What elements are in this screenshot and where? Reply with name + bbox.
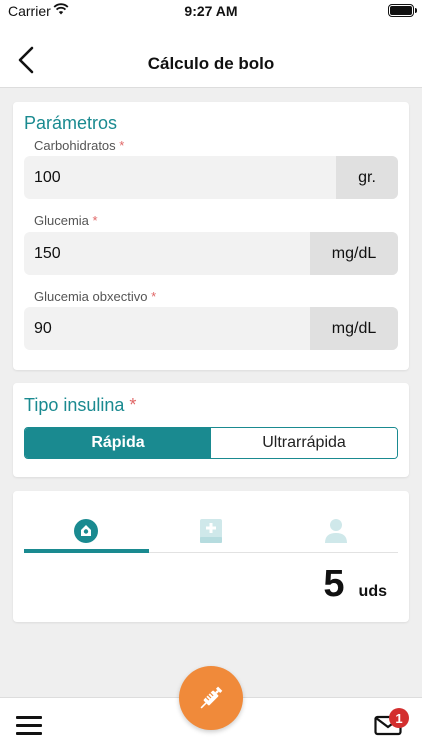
target-glucose-label: Glucemia obxectivo * [34,289,156,304]
carbs-field: gr. [24,156,398,199]
clock: 9:27 AM [184,3,238,19]
calculate-bolus-button[interactable] [179,666,243,730]
status-bar: Carrier 9:27 AM [0,0,422,22]
option-ultrarrapida[interactable]: Ultrarrápida [211,428,397,458]
target-glucose-unit: mg/dL [310,307,398,350]
battery-icon [388,4,417,17]
result-card: 5 uds [13,491,409,622]
insulin-type-title-text: Tipo insulina [24,395,125,415]
carbs-unit: gr. [336,156,398,199]
bolus-value: 5 [323,563,345,605]
required-mark: * [129,395,137,415]
target-glucose-input[interactable] [24,307,310,350]
hamburger-menu-icon[interactable] [16,716,42,736]
parameters-title: Parámetros [24,113,118,133]
carbs-input[interactable] [24,156,336,199]
medical-book-icon [200,518,222,543]
required-mark: * [151,289,157,304]
notification-badge: 1 [389,708,409,728]
glucose-label: Glucemia * [34,213,98,228]
food-icon [74,518,99,543]
parameters-card: Parámetros Carbohidratos * gr. Glucemia … [13,102,409,370]
insulin-type-selector: Rápida Ultrarrápida [24,427,398,459]
required-mark: * [92,213,98,228]
glucose-input[interactable] [24,232,310,275]
bolus-unit: uds [358,583,387,600]
insulin-type-card: Tipo insulina * Rápida Ultrarrápida [13,383,409,477]
glucose-unit: mg/dL [310,232,398,275]
tab-user[interactable] [273,509,398,552]
bolus-result: 5 uds [323,563,387,606]
carbs-label: Carbohidratos * [34,138,124,153]
nav-bar: Cálculo de bolo [0,22,422,88]
target-glucose-label-text: Glucemia obxectivo [34,289,148,304]
user-icon [324,518,347,543]
glucose-field: mg/dL [24,232,398,275]
option-rapida[interactable]: Rápida [25,428,211,458]
carbs-label-text: Carbohidratos [34,138,116,153]
required-mark: * [119,138,125,153]
insulin-type-title: Tipo insulina * [24,395,136,416]
target-glucose-field: mg/dL [24,307,398,350]
syringe-icon [200,686,223,709]
page-title: Cálculo de bolo [147,54,275,73]
tab-food[interactable] [24,509,149,553]
tab-medical-book[interactable] [149,509,274,552]
result-tabs [24,509,398,553]
glucose-label-text: Glucemia [34,213,89,228]
